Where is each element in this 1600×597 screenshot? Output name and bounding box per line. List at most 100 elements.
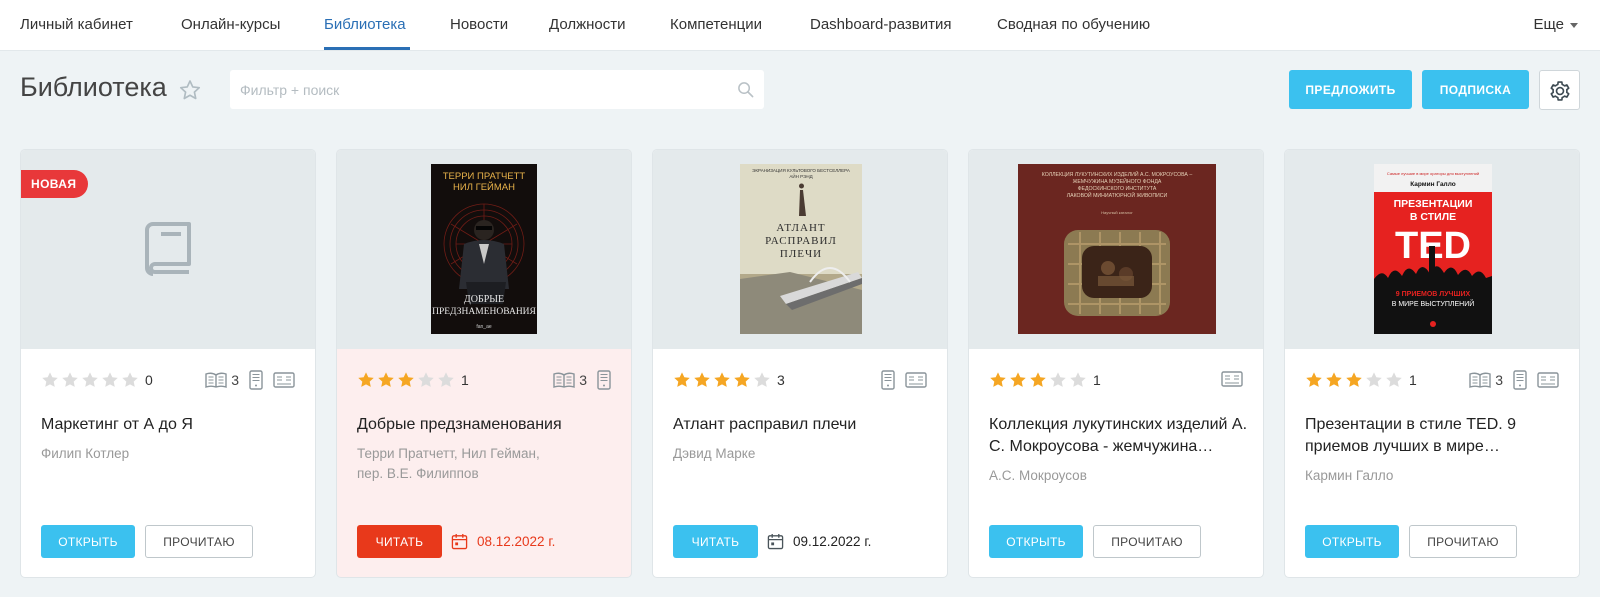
cover-text: В СТИЛЕ [1410, 211, 1456, 223]
book-card[interactable]: Самые лучшие в мире ораторы для выступле… [1284, 149, 1580, 578]
star-icon[interactable] [417, 371, 435, 389]
paper-book-icon [553, 372, 575, 388]
rating-stars[interactable] [357, 371, 457, 391]
new-badge: НОВАЯ [21, 170, 89, 198]
nav-item-personal-cabinet[interactable]: Личный кабинет [20, 16, 133, 33]
cover-text: АЙН РЭНД [789, 172, 812, 179]
cover-text: КОЛЛЕКЦИЯ ЛУКУТИНСКИХ ИЗДЕЛИЙ А.С. МОКРО… [1042, 170, 1193, 178]
star-icon[interactable] [1069, 371, 1087, 389]
cover-text: Самые лучшие в мире ораторы для выступле… [1387, 171, 1479, 176]
search-box [230, 70, 764, 109]
book-title[interactable]: Презентации в стиле TED. 9 приемов лучши… [1305, 414, 1565, 458]
open-button[interactable]: ОТКРЫТЬ [41, 525, 135, 558]
search-icon[interactable] [737, 81, 754, 98]
suggest-button[interactable]: ПРЕДЛОЖИТЬ [1289, 70, 1412, 109]
rating-stars[interactable] [1305, 371, 1405, 391]
star-icon[interactable] [121, 371, 139, 389]
cover-text: ПРЕДЗНАМЕНОВАНИЯ [432, 307, 536, 317]
nav-item-library[interactable]: Библиотека [324, 16, 406, 33]
cover-text: ТЕРРИ ПРАТЧЕТТ [443, 171, 526, 182]
cover-text: Кармин Галло [1410, 181, 1455, 188]
book-placeholder-icon [145, 222, 191, 276]
search-input[interactable] [240, 70, 730, 109]
book-title[interactable]: Маркетинг от А до Я [41, 414, 301, 436]
ebook-icon [1513, 370, 1527, 390]
star-icon[interactable] [733, 371, 751, 389]
subscribe-button[interactable]: ПОДПИСКА [1422, 70, 1529, 109]
star-icon[interactable] [397, 371, 415, 389]
cover-text: fan_ae [476, 324, 492, 330]
book-cover-image[interactable]: КОЛЛЕКЦИЯ ЛУКУТИНСКИХ ИЗДЕЛИЙ А.С. МОКРО… [1018, 164, 1216, 334]
nav-item-competencies[interactable]: Компетенции [670, 16, 762, 33]
read-later-button[interactable]: ПРОЧИТАЮ [1409, 525, 1517, 558]
star-icon[interactable] [81, 371, 99, 389]
favorite-star-icon[interactable] [179, 79, 201, 101]
cover-text: Научный каталог [1101, 210, 1133, 215]
book-title[interactable]: Добрые предзнаменования [357, 414, 617, 436]
star-icon[interactable] [1029, 371, 1047, 389]
book-card[interactable]: КОЛЛЕКЦИЯ ЛУКУТИНСКИХ ИЗДЕЛИЙ А.С. МОКРО… [968, 149, 1264, 578]
book-card[interactable]: ТЕРРИ ПРАТЧЕТТ НИЛ ГЕЙМАН ДОБРЫЕ ПРЕДЗНА… [336, 149, 632, 578]
read-button[interactable]: ЧИТАТЬ [673, 525, 758, 558]
book-author: Филип Котлер [41, 446, 130, 461]
paper-book-icon [205, 372, 227, 388]
star-icon[interactable] [1049, 371, 1067, 389]
star-icon[interactable] [673, 371, 691, 389]
read-later-button[interactable]: ПРОЧИТАЮ [1093, 525, 1201, 558]
book-cover-area: ТЕРРИ ПРАТЧЕТТ НИЛ ГЕЙМАН ДОБРЫЕ ПРЕДЗНА… [337, 150, 631, 349]
star-icon[interactable] [1305, 371, 1323, 389]
nav-item-online-courses[interactable]: Онлайн-курсы [181, 16, 280, 33]
book-cover-area: Самые лучшие в мире ораторы для выступле… [1285, 150, 1579, 349]
star-icon[interactable] [41, 371, 59, 389]
settings-button[interactable] [1539, 70, 1580, 110]
book-cover-image[interactable]: Самые лучшие в мире ораторы для выступле… [1374, 164, 1492, 334]
star-icon[interactable] [357, 371, 375, 389]
media-card-icon [1537, 372, 1559, 388]
star-icon[interactable] [101, 371, 119, 389]
nav-more-menu[interactable]: Еще [1533, 16, 1578, 33]
rating-stars[interactable] [989, 371, 1089, 391]
book-cover-image[interactable]: ЭКРАНИЗАЦИЯ КУЛЬТОВОГО БЕСТСЕЛЛЕРА АЙН Р… [740, 164, 862, 334]
star-icon[interactable] [1345, 371, 1363, 389]
cover-text: НИЛ ГЕЙМАН [453, 181, 515, 193]
book-title[interactable]: Коллекция лукутинских изделий А. С. Мокр… [989, 414, 1249, 458]
chevron-down-icon [1570, 22, 1578, 28]
rating-stars[interactable] [41, 371, 141, 391]
open-button[interactable]: ОТКРЫТЬ [1305, 525, 1399, 558]
star-icon[interactable] [693, 371, 711, 389]
nav-item-training-summary[interactable]: Сводная по обучению [997, 16, 1150, 33]
book-title[interactable]: Атлант расправил плечи [673, 414, 933, 436]
star-icon[interactable] [1325, 371, 1343, 389]
star-icon[interactable] [61, 371, 79, 389]
book-card[interactable]: НОВАЯ 0 3 Маркетинг от А до Я Филип Котл… [20, 149, 316, 578]
ebook-icon [249, 370, 263, 390]
nav-item-positions[interactable]: Должности [549, 16, 626, 33]
open-button[interactable]: ОТКРЫТЬ [989, 525, 1083, 558]
star-icon[interactable] [1009, 371, 1027, 389]
calendar-icon [767, 533, 784, 550]
star-icon[interactable] [1385, 371, 1403, 389]
star-icon[interactable] [989, 371, 1007, 389]
read-later-button[interactable]: ПРОЧИТАЮ [145, 525, 253, 558]
read-button[interactable]: ЧИТАТЬ [357, 525, 442, 558]
format-icons [881, 370, 927, 392]
nav-item-dashboard[interactable]: Dashboard-развития [810, 16, 952, 33]
book-cover-area: КОЛЛЕКЦИЯ ЛУКУТИНСКИХ ИЗДЕЛИЙ А.С. МОКРО… [969, 150, 1263, 349]
paper-copies-count: 3 [579, 372, 587, 388]
paper-copies-count: 3 [231, 372, 239, 388]
star-icon[interactable] [377, 371, 395, 389]
cover-text: ДОБРЫЕ [464, 294, 504, 305]
star-icon[interactable] [437, 371, 455, 389]
nav-item-news[interactable]: Новости [450, 16, 508, 33]
read-deadline-date: 08.12.2022 г. [477, 534, 556, 549]
paper-book-icon [1469, 372, 1491, 388]
star-icon[interactable] [753, 371, 771, 389]
rating-count: 1 [1409, 372, 1417, 388]
book-cover-image[interactable]: ТЕРРИ ПРАТЧЕТТ НИЛ ГЕЙМАН ДОБРЫЕ ПРЕДЗНА… [431, 164, 537, 334]
rating-stars[interactable] [673, 371, 773, 391]
book-card[interactable]: ЭКРАНИЗАЦИЯ КУЛЬТОВОГО БЕСТСЕЛЛЕРА АЙН Р… [652, 149, 948, 578]
star-icon[interactable] [713, 371, 731, 389]
media-card-icon [905, 372, 927, 388]
star-icon[interactable] [1365, 371, 1383, 389]
cover-text: РАСПРАВИЛ [765, 235, 837, 247]
